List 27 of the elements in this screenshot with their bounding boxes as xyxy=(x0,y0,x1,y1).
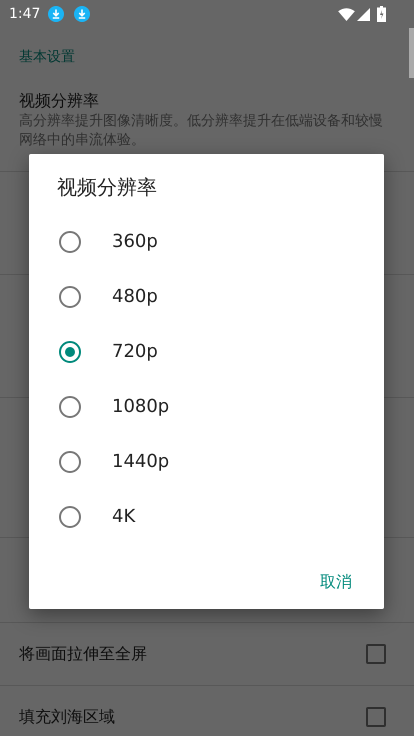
dialog-title: 视频分辨率 xyxy=(56,174,158,201)
status-time: 1:47 xyxy=(9,6,40,22)
setting-title: 将画面拉伸至全屏 xyxy=(19,644,147,664)
setting-title: 填充刘海区域 xyxy=(19,706,115,728)
checkbox[interactable] xyxy=(366,707,386,727)
signal-icon xyxy=(357,8,370,20)
radio-button[interactable] xyxy=(59,230,81,252)
download-icon xyxy=(74,6,90,22)
download-icon xyxy=(48,6,64,22)
scrollbar xyxy=(409,28,414,78)
option-label[interactable]: 360p xyxy=(112,231,158,252)
option-label[interactable]: 480p xyxy=(112,286,158,307)
option-label[interactable]: 720p xyxy=(112,341,158,362)
radio-button[interactable] xyxy=(59,450,81,472)
option-label[interactable]: 1080p xyxy=(112,396,170,417)
radio-button[interactable] xyxy=(59,286,81,308)
battery-icon xyxy=(377,6,386,22)
category-header: 基本设置 xyxy=(18,48,76,67)
checkbox[interactable] xyxy=(366,644,386,664)
option-label[interactable]: 1440p xyxy=(112,451,170,472)
radio-button[interactable] xyxy=(59,340,81,362)
option-label[interactable]: 4K xyxy=(112,506,136,527)
setting-title: 视频分辨率 xyxy=(19,90,100,112)
wifi-icon xyxy=(338,8,355,20)
radio-button[interactable] xyxy=(59,506,81,528)
radio-button[interactable] xyxy=(59,396,81,418)
cancel-button[interactable]: 取消 xyxy=(308,564,364,601)
